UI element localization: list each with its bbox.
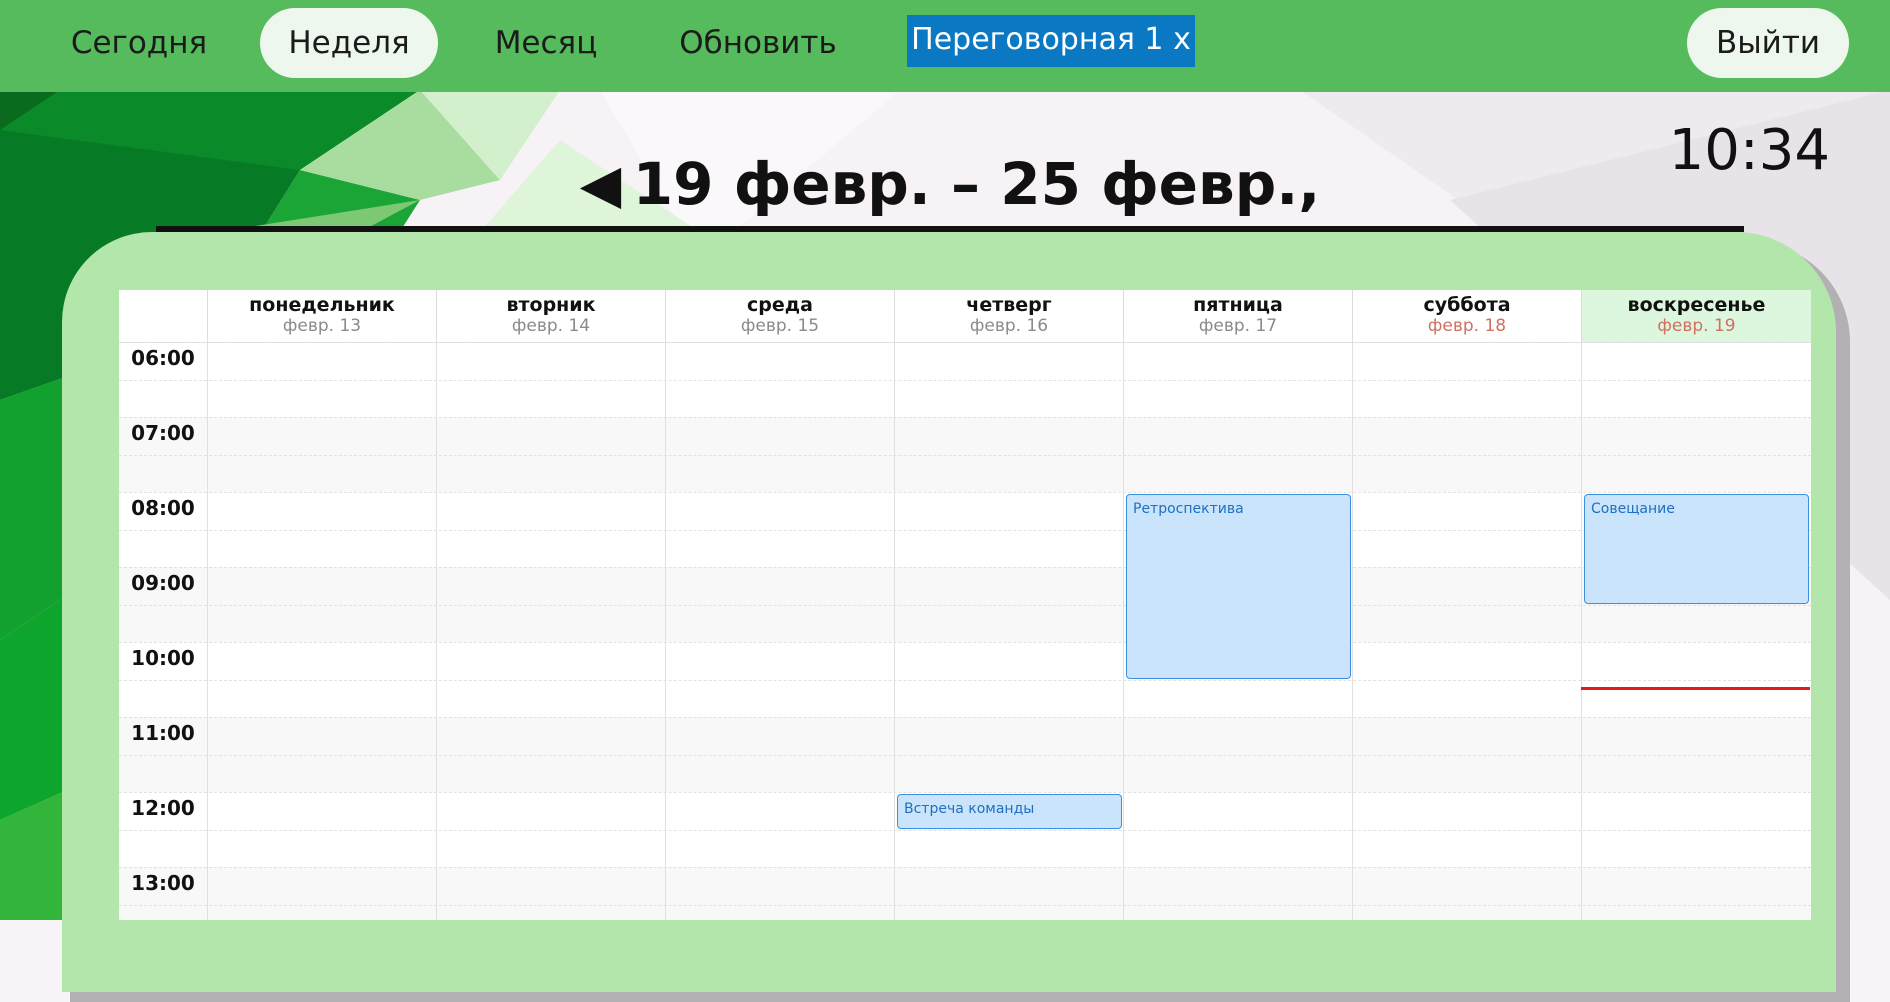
time-slot[interactable]	[119, 342, 1811, 380]
day-header-friday: пятница февр. 17	[1123, 290, 1352, 342]
current-time-indicator	[1581, 687, 1810, 690]
event-title: Ретроспектива	[1133, 501, 1244, 517]
day-name: четверг	[966, 294, 1052, 316]
time-label: 11:00	[131, 721, 195, 745]
day-header-saturday: суббота февр. 18	[1352, 290, 1581, 342]
time-label: 06:00	[131, 346, 195, 370]
column-divider	[207, 342, 208, 920]
week-button[interactable]: Неделя	[260, 8, 438, 78]
room-filter-label: Переговорная 1	[911, 22, 1164, 57]
time-slot[interactable]	[119, 754, 1811, 792]
event-title: Встреча команды	[904, 801, 1035, 817]
day-date: февр. 18	[1427, 316, 1507, 336]
column-divider	[436, 342, 437, 920]
month-button[interactable]: Месяц	[474, 8, 618, 78]
day-header-monday: понедельник февр. 13	[207, 290, 436, 342]
time-grid-body: 06:00 07:00 08:00 09:00 10:00 11:00 12:0…	[119, 342, 1811, 920]
logout-button[interactable]: Выйти	[1687, 8, 1849, 78]
column-divider	[1123, 342, 1124, 920]
current-time-clock: 10:34	[1668, 118, 1830, 183]
time-label: 07:00	[131, 421, 195, 445]
event-title: Совещание	[1591, 501, 1675, 517]
time-label: 12:00	[131, 796, 195, 820]
day-name: понедельник	[249, 294, 395, 316]
day-date: февр. 16	[969, 316, 1049, 336]
today-button[interactable]: Сегодня	[56, 8, 222, 78]
column-divider	[894, 342, 895, 920]
room-filter-remove-button[interactable]: x	[1173, 22, 1191, 57]
time-slot[interactable]	[119, 904, 1811, 920]
day-header-wednesday: среда февр. 15	[665, 290, 894, 342]
day-date: февр. 13	[282, 316, 362, 336]
top-navigation-bar: Сегодня Неделя Месяц Обновить Переговорн…	[0, 0, 1890, 92]
day-date: февр. 14	[511, 316, 591, 336]
event-meeting[interactable]: Совещание	[1584, 494, 1809, 604]
day-header-row: понедельник февр. 13 вторник февр. 14 ср…	[119, 290, 1811, 343]
date-range-header: ◀ 19 февр. – 25 февр., 2023 ▶	[510, 150, 1390, 286]
time-slot[interactable]	[119, 604, 1811, 642]
event-team-meeting[interactable]: Встреча команды	[897, 794, 1122, 829]
day-name: воскресенье	[1627, 294, 1766, 316]
time-label: 13:00	[131, 871, 195, 895]
day-name: среда	[747, 294, 813, 316]
day-date: февр. 15	[740, 316, 820, 336]
day-date: февр. 17	[1198, 316, 1278, 336]
column-divider	[665, 342, 666, 920]
day-header-tuesday: вторник февр. 14	[436, 290, 665, 342]
time-slot[interactable]	[119, 379, 1811, 418]
week-calendar-grid: понедельник февр. 13 вторник февр. 14 ср…	[119, 290, 1811, 920]
room-filter-tag: Переговорная 1 x	[907, 15, 1195, 67]
day-header-sunday: воскресенье февр. 19	[1581, 290, 1811, 342]
time-label: 09:00	[131, 571, 195, 595]
time-slot[interactable]	[119, 529, 1811, 568]
time-label: 08:00	[131, 496, 195, 520]
day-name: суббота	[1423, 294, 1511, 316]
time-slot[interactable]	[119, 829, 1811, 868]
time-slot[interactable]	[119, 454, 1811, 492]
day-name: пятница	[1193, 294, 1283, 316]
column-divider	[1352, 342, 1353, 920]
column-divider	[1581, 342, 1582, 920]
time-slot[interactable]	[119, 642, 1811, 680]
time-slot[interactable]	[119, 492, 1811, 530]
refresh-button[interactable]: Обновить	[664, 8, 852, 78]
day-header-thursday: четверг февр. 16	[894, 290, 1123, 342]
event-retrospective[interactable]: Ретроспектива	[1126, 494, 1351, 679]
previous-week-arrow-icon[interactable]: ◀	[580, 153, 622, 216]
time-slot[interactable]	[119, 567, 1811, 605]
time-slot[interactable]	[119, 679, 1811, 718]
time-slot[interactable]	[119, 417, 1811, 455]
time-slot[interactable]	[119, 717, 1811, 755]
time-slot[interactable]	[119, 867, 1811, 905]
day-date: февр. 19	[1657, 316, 1736, 336]
day-name: вторник	[506, 294, 596, 316]
time-label: 10:00	[131, 646, 195, 670]
